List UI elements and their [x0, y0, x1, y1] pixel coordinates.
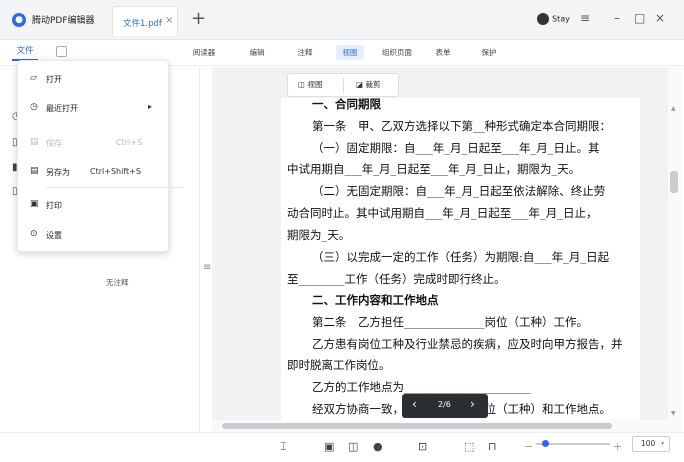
document-tab-label[interactable]: 文件1.pdf	[123, 17, 162, 29]
view-toolbar: ◫ 视图 ◪ 裁剪	[287, 73, 399, 97]
zoom-value: 100	[641, 439, 656, 448]
save-icon[interactable]	[56, 46, 67, 57]
no-annotations-text: 无注释	[106, 278, 129, 287]
pdf-page[interactable]: 一、合同期限 第一条 甲、乙双方选择以下第__种形式确定本合同期限： （一）固定…	[281, 98, 640, 420]
crop-button[interactable]: ◪ 裁剪	[356, 79, 380, 90]
doc-heading: 二、工作内容和工作地点	[312, 293, 439, 307]
file-menu-button[interactable]: 文件	[12, 45, 38, 61]
view-button-label: 视图	[307, 80, 323, 89]
save-icon: ▤	[30, 137, 39, 147]
user-name: Stay	[552, 14, 570, 24]
menu-item-print[interactable]: ▣ 打印	[18, 193, 170, 217]
print-icon: ▣	[30, 199, 39, 209]
clock-icon: ◷	[30, 102, 38, 112]
app-logo-icon: ●	[12, 13, 26, 27]
tab-form[interactable]: 表单	[431, 45, 455, 60]
menu-item-settings[interactable]: ⊙ 设置	[18, 223, 170, 247]
tab-protect[interactable]: 保护	[477, 45, 501, 60]
doc-line: 第二条 乙方担任______________岗位（工种）工作。	[312, 315, 588, 329]
doc-line: 动合同时止。其中试用期自___年_月_日起至___年_月_日止，	[287, 206, 598, 220]
next-page-icon[interactable]: ›	[470, 397, 475, 411]
vertical-scroll-thumb[interactable]	[670, 171, 678, 193]
play-icon[interactable]: ●	[373, 440, 383, 454]
horizontal-scrollbar[interactable]	[212, 420, 670, 432]
actual-size-icon[interactable]: ⊡	[418, 440, 427, 454]
scroll-up-icon[interactable]: ▲	[671, 105, 676, 112]
doc-line: 期限为_天。	[287, 228, 351, 242]
hamburger-menu-icon[interactable]: ≡	[580, 11, 590, 25]
menu-item-label: 打开	[46, 75, 62, 84]
doc-heading: 一、合同期限	[312, 98, 381, 111]
doc-line: 即时脱离工作岗位。	[287, 358, 391, 372]
menu-divider	[46, 187, 184, 188]
scroll-down-icon[interactable]: ▼	[671, 410, 676, 417]
tab-view[interactable]: 视图	[336, 45, 364, 60]
sidebar-resize-handle-icon[interactable]: ≡	[203, 262, 211, 273]
view-toolbar-divider	[343, 78, 344, 93]
tab-close-icon[interactable]: ×	[165, 15, 173, 26]
page-indicator: 2/6	[438, 400, 451, 409]
avatar	[537, 13, 549, 25]
fit-height-icon[interactable]: ⌶	[280, 440, 287, 454]
chevron-right-icon: ▸	[148, 102, 153, 111]
menu-item-label: 另存为	[46, 168, 70, 177]
prev-page-icon[interactable]: ‹	[412, 397, 417, 411]
menu-item-save[interactable]: ▤ 保存 Ctrl+S	[18, 131, 170, 155]
crop-icon: ◪	[356, 80, 364, 89]
menu-item-label: 打印	[46, 201, 62, 210]
menu-item-shortcut: Ctrl+Shift+S	[90, 167, 141, 176]
menu-item-recent[interactable]: ◷ 最近打开 ▸	[18, 96, 170, 120]
close-window-button[interactable]: ×	[655, 11, 665, 25]
menu-item-label: 设置	[46, 231, 62, 240]
doc-line: 乙方患有岗位工种及行业禁忌的疾病，应及时向甲方报告，并	[312, 337, 623, 351]
title-bar: ● 腾动PDF编辑器 文件1.pdf × + Stay ≡ – □ ×	[0, 0, 684, 40]
minimize-button[interactable]: –	[614, 11, 620, 25]
menu-item-save-as[interactable]: ▤ 另存为 Ctrl+Shift+S	[18, 160, 170, 184]
menu-item-label: 保存	[46, 139, 62, 148]
doc-line: 乙方的工作地点为______________________	[312, 380, 531, 394]
file-dropdown-menu: ▱ 打开 ◷ 最近打开 ▸ ▤ 保存 Ctrl+S ▤ 另存为 Ctrl+Shi…	[17, 60, 184, 252]
page-navigator: ‹ 2/6 ›	[402, 394, 488, 418]
double-page-icon[interactable]: ◫	[348, 440, 358, 454]
doc-line: 中试用期自___年_月_日起至___年_月_日止，期限为_天。	[287, 162, 581, 176]
doc-line: （二）无固定期限：自___年_月_日起至依法解除、终止劳	[312, 184, 606, 198]
menu-item-label: 最近打开	[46, 104, 78, 113]
horizontal-scroll-thumb[interactable]	[222, 423, 612, 429]
zoom-slider-knob[interactable]	[541, 440, 549, 447]
chevron-down-icon: ▾	[661, 440, 665, 447]
app-window: ● 腾动PDF编辑器 文件1.pdf × + Stay ≡ – □ × 文件 阅…	[0, 0, 684, 462]
app-name: 腾动PDF编辑器	[32, 16, 95, 26]
view-button[interactable]: ◫ 视图	[298, 79, 322, 90]
settings-icon: ⊙	[30, 229, 38, 239]
zoom-value-select[interactable]: 100 ▾	[632, 436, 670, 452]
zoom-out-button[interactable]: −	[524, 440, 533, 454]
doc-line: （一）固定期限：自___年_月_日起至___年_月_日止。其	[312, 141, 600, 155]
single-page-icon[interactable]: ▣	[324, 440, 334, 454]
menu-item-shortcut: Ctrl+S	[116, 138, 143, 147]
view-mode-icon: ◫	[298, 80, 306, 89]
crop-button-label: 裁剪	[365, 80, 381, 89]
user-account[interactable]: Stay	[537, 13, 570, 25]
vertical-scrollbar[interactable]: ▲ ▼	[668, 67, 682, 432]
fit-width-icon[interactable]: ⊓	[488, 440, 497, 454]
doc-line: （三）以完成一定的工作（任务）为期限:自___年_月_日起	[312, 250, 610, 264]
zoom-in-button[interactable]: +	[613, 440, 622, 454]
tab-reader[interactable]: 阅读器	[189, 45, 219, 60]
tab-edit[interactable]: 编辑	[245, 45, 269, 60]
doc-line: 第一条 甲、乙双方选择以下第__种形式确定本合同期限：	[312, 119, 611, 133]
menu-item-open[interactable]: ▱ 打开	[18, 67, 170, 91]
document-tab[interactable]: 文件1.pdf ×	[112, 6, 178, 36]
maximize-button[interactable]: □	[634, 11, 645, 25]
fit-page-icon[interactable]: ⬚	[464, 440, 474, 454]
tab-organize-pages[interactable]: 组织页面	[379, 45, 415, 60]
save-as-icon: ▤	[30, 166, 39, 176]
bottom-toolbar: ⌶ ▣ ◫ ● ⊡ ⬚ ⊓ − +	[0, 432, 684, 462]
tab-annotate[interactable]: 注释	[293, 45, 317, 60]
doc-line: 至________工作（任务）完成时即行终止。	[287, 272, 506, 286]
new-tab-button[interactable]: +	[191, 9, 206, 29]
folder-open-icon: ▱	[30, 73, 37, 83]
